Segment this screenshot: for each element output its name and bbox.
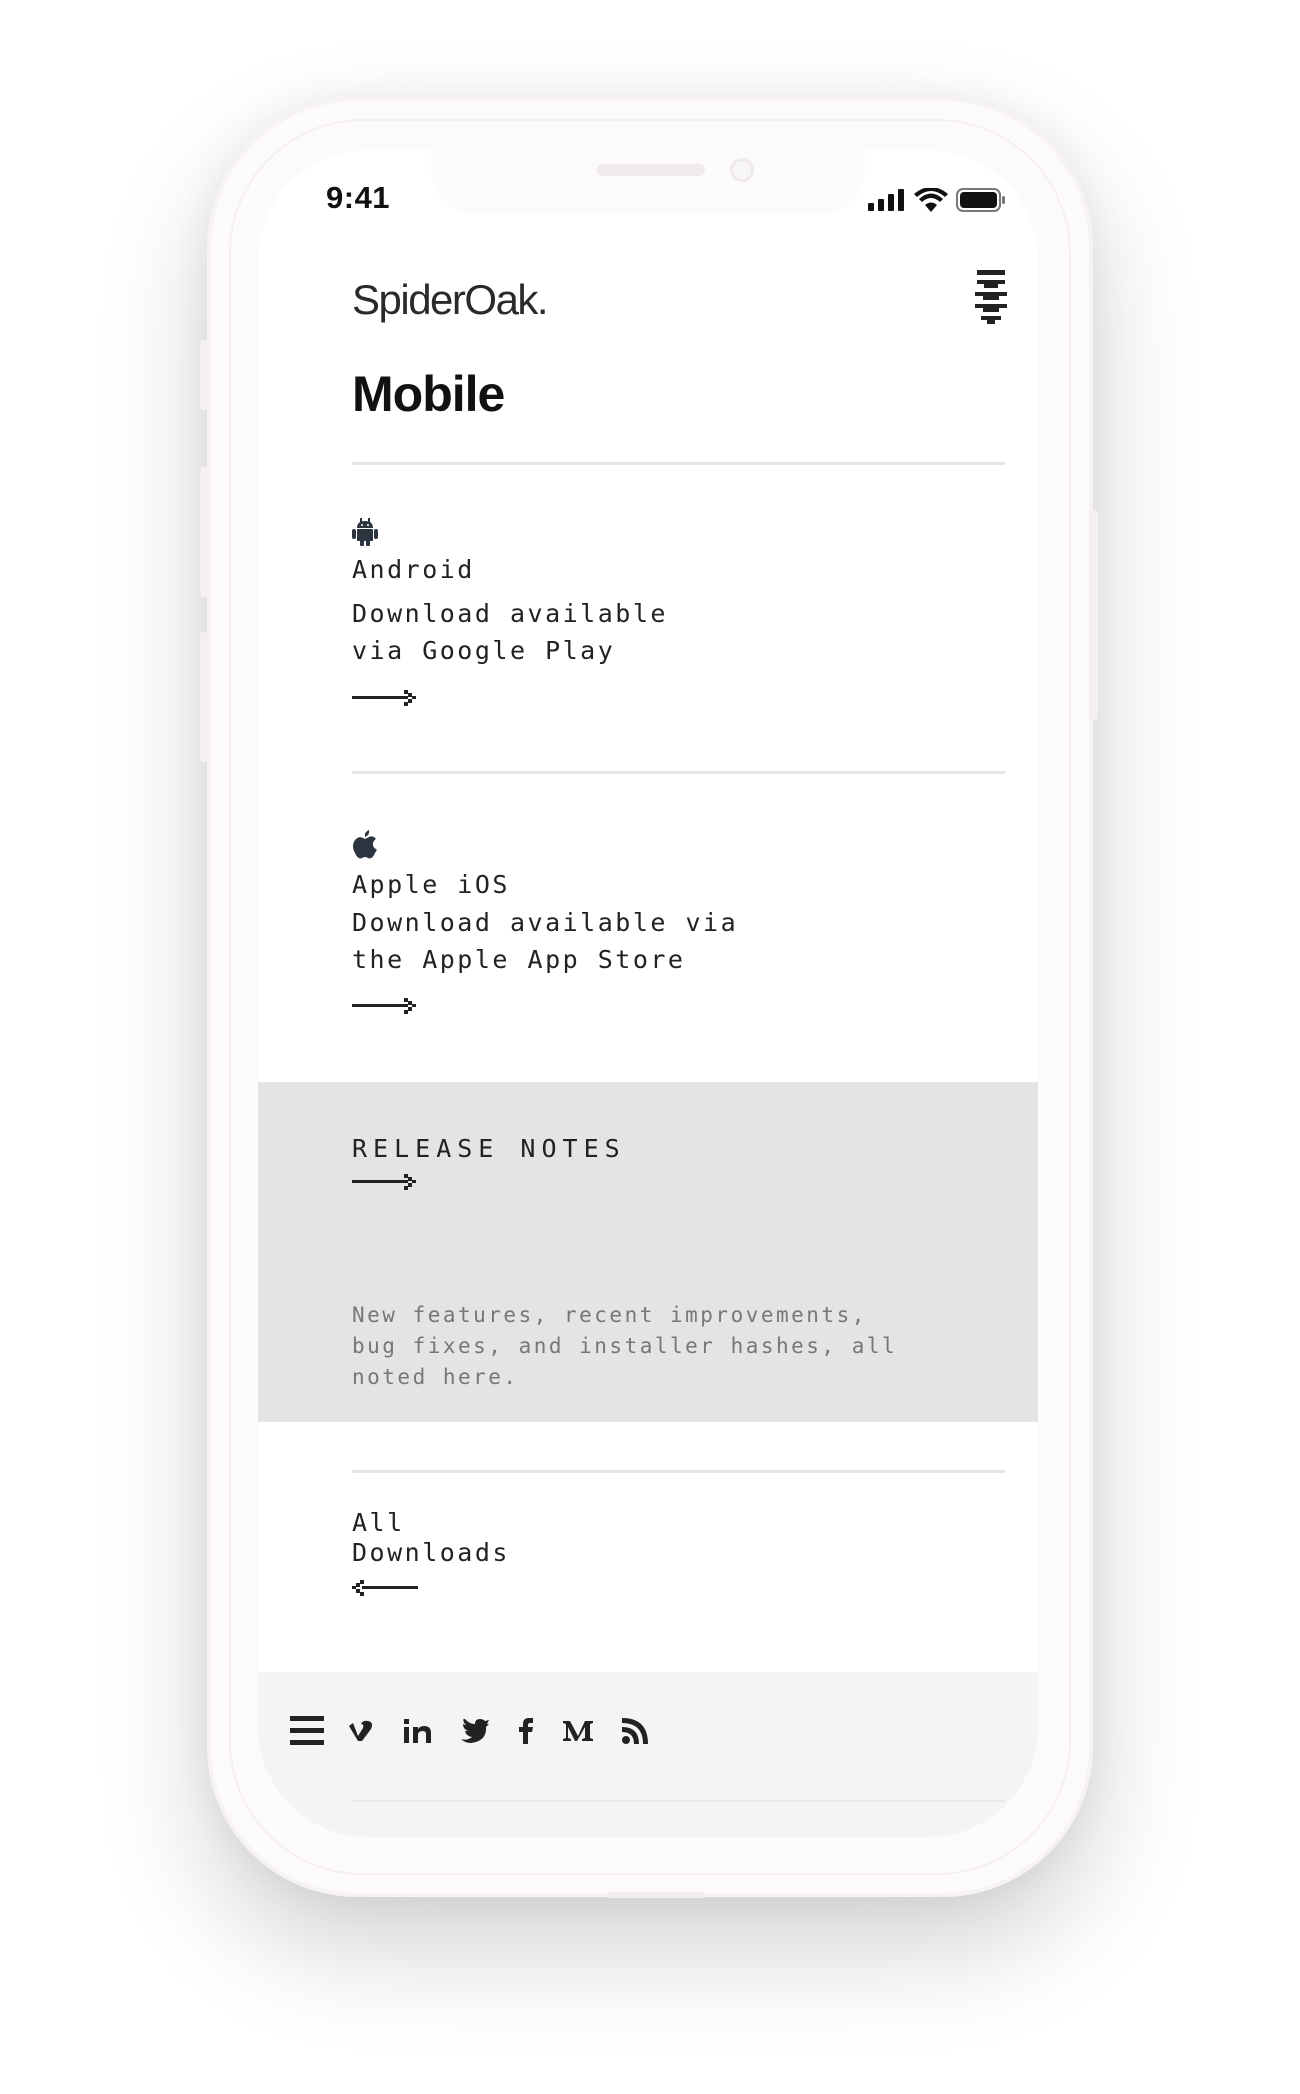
release-notes-title[interactable]: RELEASE NOTES [352,1134,626,1163]
android-title[interactable]: Android [352,551,475,588]
linkedin-icon[interactable] [404,1719,432,1743]
phone-volume-up-button [200,467,208,597]
release-notes-description: New features, recent improvements, bug f… [352,1303,898,1389]
apple-description[interactable]: Download available via the Apple App Sto… [352,904,738,978]
stack-menu-icon[interactable] [971,268,1011,328]
phone-volume-down-button [200,632,208,762]
arrow-left-icon[interactable] [352,1578,422,1598]
status-icons [868,188,1006,212]
divider [352,1470,1005,1473]
footer-divider [352,1800,1005,1802]
arrow-right-icon[interactable] [352,1172,422,1192]
apple-icon [353,830,377,859]
page-title: Mobile [352,366,505,422]
battery-icon [956,188,1005,212]
android-description[interactable]: Download available via Google Play [352,595,668,669]
divider [352,771,1005,774]
apple-title[interactable]: Apple iOS [352,866,510,903]
twitter-icon[interactable] [461,1719,489,1743]
footer-bar [258,1672,1038,1837]
notch-speaker [597,164,705,176]
arrow-right-icon[interactable] [352,688,422,708]
divider [352,462,1005,465]
phone-screen: 9:41 SpiderOak. Mobile Android Download … [258,150,1038,1837]
rss-icon[interactable] [622,1718,648,1744]
all-downloads-link[interactable]: All Downloads [352,1508,510,1568]
hamburger-menu-icon[interactable] [290,1714,324,1748]
phone-power-button [1090,510,1098,720]
phone-mute-switch [200,340,208,410]
android-icon [352,518,378,546]
spideroak-logo[interactable]: SpiderOak. [352,276,549,324]
notch-camera [730,158,754,182]
medium-icon[interactable] [563,1719,593,1743]
phone-notch [431,150,865,214]
status-time: 9:41 [326,180,391,215]
vimeo-icon[interactable] [349,1720,375,1742]
wifi-icon [914,188,948,212]
phone-bottom-nub [606,1892,706,1898]
release-notes-panel[interactable]: RELEASE NOTES New features, recent impro… [258,1082,1038,1422]
signal-icon [868,189,904,211]
footer-icons [290,1714,677,1748]
facebook-icon[interactable] [518,1718,534,1744]
arrow-right-icon[interactable] [352,996,422,1016]
